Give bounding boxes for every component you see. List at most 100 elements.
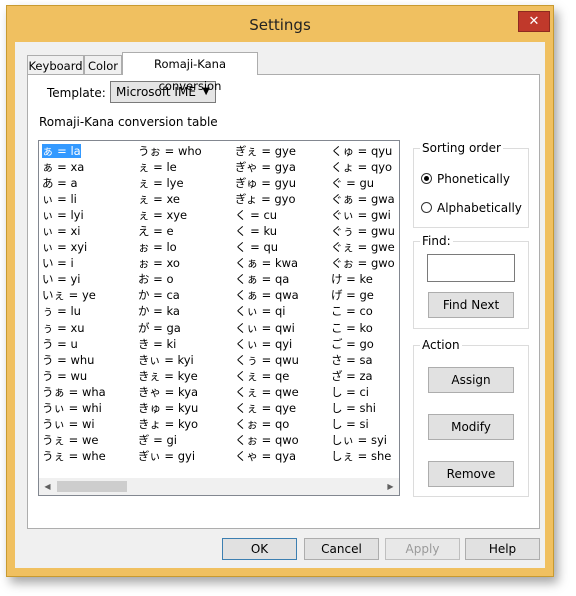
list-item[interactable]: きぃ = kyi bbox=[136, 352, 202, 368]
scroll-left-icon[interactable]: ◀ bbox=[39, 478, 56, 495]
list-item[interactable]: う = whu bbox=[40, 352, 106, 368]
tab-romaji-kana-conversion[interactable]: Romaji-Kana conversion bbox=[122, 52, 258, 93]
list-item[interactable]: ぃ = xyi bbox=[40, 239, 106, 255]
assign-button[interactable]: Assign bbox=[428, 367, 514, 393]
list-item[interactable]: ぎぃ = gyi bbox=[136, 448, 202, 464]
list-item[interactable]: いぇ = ye bbox=[40, 287, 106, 303]
list-item[interactable]: え = e bbox=[136, 223, 202, 239]
ok-button[interactable]: OK bbox=[222, 538, 297, 560]
list-item[interactable]: きゅ = kyu bbox=[136, 400, 202, 416]
list-item[interactable]: ぇ = xye bbox=[136, 207, 202, 223]
list-item[interactable]: か = ca bbox=[136, 287, 202, 303]
list-item[interactable]: が = ga bbox=[136, 320, 202, 336]
list-item[interactable]: し = shi bbox=[329, 400, 395, 416]
list-item[interactable]: ぎゃ = gya bbox=[233, 159, 299, 175]
list-item[interactable]: くぇ = qwe bbox=[233, 384, 299, 400]
list-item[interactable]: ぁ = la bbox=[40, 143, 106, 159]
list-item[interactable]: し = ci bbox=[329, 384, 395, 400]
list-item[interactable]: ぎょ = gyo bbox=[233, 191, 299, 207]
list-item[interactable]: ぐぉ = gwo bbox=[329, 255, 395, 271]
horizontal-scrollbar[interactable]: ◀ ▶ bbox=[39, 478, 399, 495]
scroll-right-icon[interactable]: ▶ bbox=[382, 478, 399, 495]
list-item[interactable]: き = ki bbox=[136, 336, 202, 352]
list-item[interactable]: くゅ = qyu bbox=[329, 143, 395, 159]
list-item[interactable]: く = ku bbox=[233, 223, 299, 239]
list-item[interactable]: し = si bbox=[329, 416, 395, 432]
list-item[interactable]: ぇ = xe bbox=[136, 191, 202, 207]
list-item[interactable]: うぇ = we bbox=[40, 432, 106, 448]
list-item[interactable]: くゃ = qya bbox=[233, 448, 299, 464]
list-item[interactable]: か = ka bbox=[136, 303, 202, 319]
title-bar[interactable]: Settings ✕ bbox=[7, 6, 553, 42]
list-item[interactable]: ぇ = le bbox=[136, 159, 202, 175]
list-item[interactable]: ぃ = lyi bbox=[40, 207, 106, 223]
apply-button[interactable]: Apply bbox=[385, 538, 460, 560]
list-item[interactable]: こ = ko bbox=[329, 320, 395, 336]
list-item[interactable]: く = qu bbox=[233, 239, 299, 255]
list-item[interactable]: ざ = za bbox=[329, 368, 395, 384]
list-item[interactable]: ぐぇ = gwe bbox=[329, 239, 395, 255]
scroll-thumb[interactable] bbox=[57, 481, 127, 492]
list-item[interactable]: お = o bbox=[136, 271, 202, 287]
remove-button[interactable]: Remove bbox=[428, 461, 514, 487]
list-item[interactable]: きゃ = kya bbox=[136, 384, 202, 400]
list-item[interactable]: くぉ = qwo bbox=[233, 432, 299, 448]
list-item[interactable]: くぅ = qwu bbox=[233, 352, 299, 368]
list-item[interactable]: くぇ = qe bbox=[233, 368, 299, 384]
list-item[interactable]: ぅ = xu bbox=[40, 320, 106, 336]
list-item[interactable]: ぎ = gi bbox=[136, 432, 202, 448]
list-item[interactable]: ぃ = xi bbox=[40, 223, 106, 239]
cancel-button[interactable]: Cancel bbox=[304, 538, 379, 560]
modify-button[interactable]: Modify bbox=[428, 414, 514, 440]
list-item[interactable]: け = ke bbox=[329, 271, 395, 287]
list-item[interactable]: うぃ = wi bbox=[40, 416, 106, 432]
list-item[interactable]: くょ = qyo bbox=[329, 159, 395, 175]
list-item[interactable]: ぐぃ = gwi bbox=[329, 207, 395, 223]
list-item[interactable]: ぃ = li bbox=[40, 191, 106, 207]
list-item[interactable]: ぐぅ = gwu bbox=[329, 223, 395, 239]
list-item[interactable]: きょ = kyo bbox=[136, 416, 202, 432]
radio-alphabetically[interactable]: Alphabetically bbox=[421, 201, 522, 215]
list-item[interactable]: くぃ = qwi bbox=[233, 320, 299, 336]
list-item[interactable]: く = cu bbox=[233, 207, 299, 223]
list-item[interactable]: ぐぁ = gwa bbox=[329, 191, 395, 207]
list-item[interactable]: ぎゅ = gyu bbox=[233, 175, 299, 191]
list-item[interactable]: う = u bbox=[40, 336, 106, 352]
find-next-button[interactable]: Find Next bbox=[428, 292, 514, 318]
list-item[interactable]: う = wu bbox=[40, 368, 106, 384]
find-input[interactable] bbox=[427, 254, 515, 282]
tab-keyboard[interactable]: Keyboard bbox=[27, 55, 84, 75]
list-item[interactable]: うぁ = wha bbox=[40, 384, 106, 400]
list-item[interactable]: くぃ = qi bbox=[233, 303, 299, 319]
list-item[interactable]: ぐ = gu bbox=[329, 175, 395, 191]
list-item[interactable]: こ = co bbox=[329, 303, 395, 319]
radio-phonetically[interactable]: Phonetically bbox=[421, 172, 510, 186]
list-item[interactable]: きぇ = kye bbox=[136, 368, 202, 384]
list-item[interactable]: ぎぇ = gye bbox=[233, 143, 299, 159]
list-item[interactable]: ご = go bbox=[329, 336, 395, 352]
list-item[interactable]: あ = a bbox=[40, 175, 106, 191]
list-item[interactable]: くぃ = qyi bbox=[233, 336, 299, 352]
list-item[interactable]: ぇ = lye bbox=[136, 175, 202, 191]
list-item[interactable]: ぉ = lo bbox=[136, 239, 202, 255]
help-button[interactable]: Help bbox=[465, 538, 540, 560]
list-item[interactable]: くぁ = qwa bbox=[233, 287, 299, 303]
list-item[interactable]: ぅ = lu bbox=[40, 303, 106, 319]
list-item[interactable]: うぉ = who bbox=[136, 143, 202, 159]
close-button[interactable]: ✕ bbox=[518, 11, 550, 32]
list-item[interactable]: うぃ = whi bbox=[40, 400, 106, 416]
list-item[interactable]: い = i bbox=[40, 255, 106, 271]
list-item[interactable]: しぇ = she bbox=[329, 448, 395, 464]
list-item[interactable]: げ = ge bbox=[329, 287, 395, 303]
list-item[interactable]: くぁ = qa bbox=[233, 271, 299, 287]
conversion-list[interactable]: ぁ = la ぁ = xa あ = aぃ = li ぃ = lyi ぃ = xi ぃ = … bbox=[38, 140, 400, 496]
list-item[interactable]: ぁ = xa bbox=[40, 159, 106, 175]
list-item[interactable]: さ = sa bbox=[329, 352, 395, 368]
list-item[interactable]: ぉ = xo bbox=[136, 255, 202, 271]
list-item[interactable]: うぇ = whe bbox=[40, 448, 106, 464]
list-item[interactable]: くぁ = kwa bbox=[233, 255, 299, 271]
list-item[interactable]: しぃ = syi bbox=[329, 432, 395, 448]
list-item[interactable]: くぉ = qo bbox=[233, 416, 299, 432]
tab-color[interactable]: Color bbox=[84, 55, 122, 75]
list-item[interactable]: くぇ = qye bbox=[233, 400, 299, 416]
